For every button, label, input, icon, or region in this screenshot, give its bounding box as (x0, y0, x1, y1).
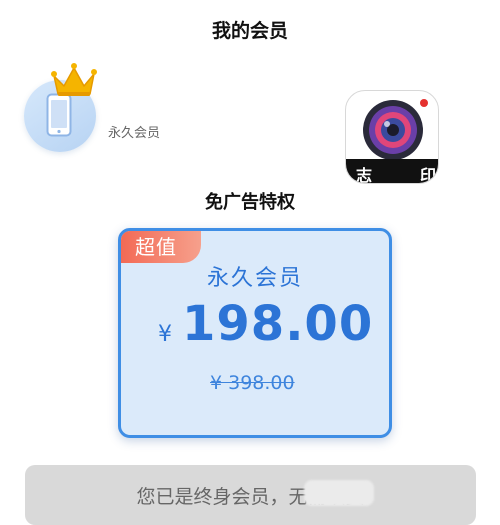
section-title: 免广告特权 (205, 192, 295, 213)
app-icon[interactable]: 志 印 (345, 90, 439, 184)
crown-icon (51, 63, 97, 96)
original-price: ¥ 398.00 (210, 372, 295, 394)
plan-name: 永久会员 (206, 266, 303, 291)
value-badge: 超值 (121, 231, 201, 263)
app-label-left: 志 (356, 166, 373, 184)
price-currency: ¥ (158, 322, 172, 347)
page-title: 我的会员 (211, 20, 288, 42)
member-status-message: 您已是终身会员，无需续费 (136, 486, 365, 508)
camera-lens-icon (363, 100, 423, 160)
status-dot (420, 99, 428, 107)
app-label-right: 印 (420, 166, 437, 184)
price-value: 198.00 (182, 296, 374, 352)
redaction-mark (304, 480, 374, 506)
member-status-label: 永久会员 (108, 126, 161, 141)
